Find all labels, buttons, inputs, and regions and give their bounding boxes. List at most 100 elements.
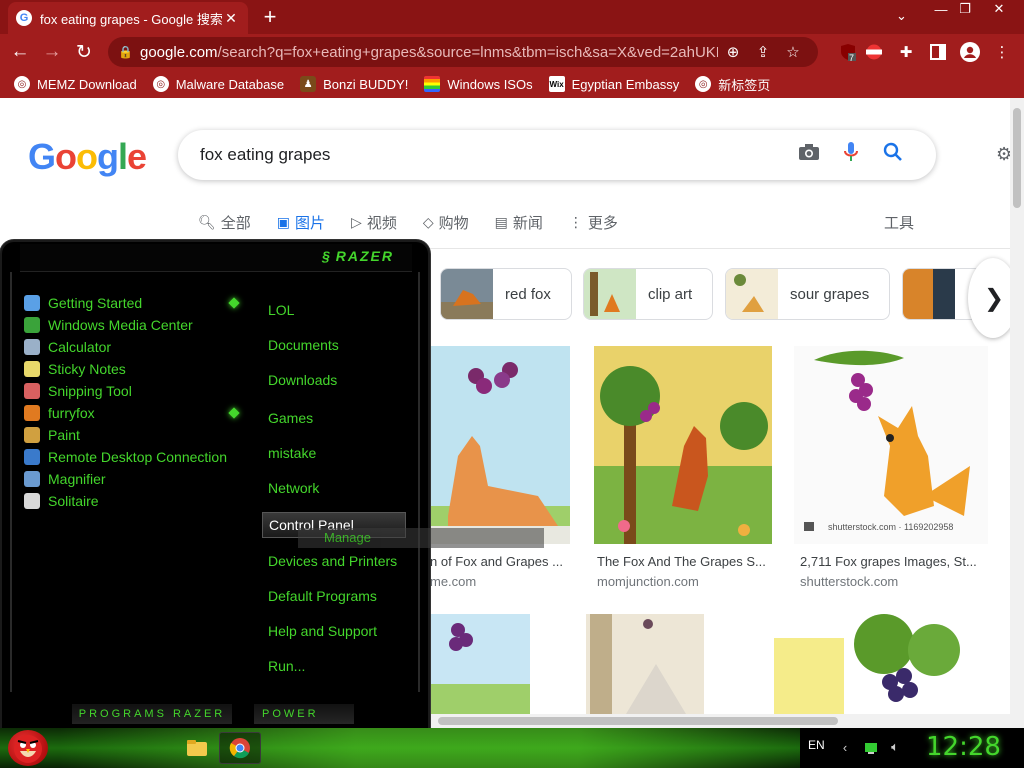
program-solitaire[interactable]: Solitaire [24, 490, 227, 512]
search-icon: 🔍︎ [198, 214, 216, 230]
program-remote-desktop-connection[interactable]: Remote Desktop Connection [24, 446, 227, 468]
scrollbar-thumb[interactable] [438, 717, 838, 725]
image-icon: ▣ [276, 214, 291, 230]
minimize-button[interactable]: — [928, 0, 954, 18]
drag-ghost-manage: Manage [298, 528, 544, 548]
tab-search-chevron-icon[interactable]: ⌄ [896, 8, 907, 24]
place-mistake[interactable]: mistake [268, 445, 316, 461]
zoom-icon[interactable]: ⊕ [718, 43, 748, 61]
place-lol[interactable]: LOL [268, 302, 294, 318]
result-caption-2[interactable]: The Fox And The Grapes S... [597, 554, 766, 569]
start-menu-header: § RAZER [20, 244, 412, 272]
start-menu: § RAZER Getting Started Windows Media Cen… [0, 240, 544, 730]
tab-all[interactable]: 🔍︎ 全部 [198, 212, 251, 233]
start-button-angry-bird-icon[interactable] [8, 730, 48, 766]
volume-speaker-icon[interactable]: 🔈︎ [886, 738, 904, 756]
taskbar-clock[interactable]: 12:28 [926, 732, 1001, 762]
bookmark-windows-isos[interactable]: Windows ISOs [424, 76, 533, 92]
tab-news[interactable]: ▤ 新闻 [495, 212, 543, 233]
razer-snake-icon: § [321, 248, 332, 264]
page-vertical-scrollbar[interactable] [1010, 98, 1024, 714]
tab-close-icon[interactable]: ✕ [222, 10, 240, 27]
forward-button[interactable]: → [36, 36, 68, 68]
program-snipping-tool[interactable]: Snipping Tool [24, 380, 227, 402]
remote-desktop-icon [24, 449, 40, 465]
program-sticky-notes[interactable]: Sticky Notes [24, 358, 227, 380]
scrollbar-thumb[interactable] [1013, 108, 1021, 208]
page-horizontal-scrollbar[interactable] [430, 714, 1024, 728]
tab-images[interactable]: ▣ 图片 [277, 212, 325, 233]
settings-gear-icon[interactable]: ⚙ [996, 144, 1010, 165]
tab-google-search[interactable]: G fox eating grapes - Google 搜索 ✕ [8, 2, 248, 34]
place-games[interactable]: Games [268, 410, 313, 426]
profile-avatar-icon[interactable] [954, 36, 986, 68]
program-getting-started[interactable]: Getting Started [24, 292, 227, 314]
bookmark-malware-database[interactable]: ◎ Malware Database [152, 76, 284, 92]
bookmarks-bar: ◎ MEMZ Download ◎ Malware Database ♟ Bonzi … [0, 70, 1024, 98]
address-bar[interactable]: 🔒 google.com/search?q=fox+eating+grapes&… [108, 37, 818, 67]
place-downloads[interactable]: Downloads [268, 372, 337, 388]
result-caption-1[interactable]: n of Fox and Grapes ... [430, 554, 563, 569]
close-window-button[interactable]: ✕ [978, 0, 1020, 18]
all-programs-button[interactable]: PROGRAMS RAZER [72, 704, 232, 724]
back-button[interactable]: ← [4, 36, 36, 68]
taskbar-chrome-icon[interactable] [219, 732, 261, 764]
tools-button[interactable]: 工具 [884, 212, 914, 233]
place-run[interactable]: Run... [268, 658, 305, 674]
chips-next-chevron-icon[interactable]: ❯ [968, 258, 1010, 338]
show-hidden-icons-chevron-icon[interactable]: ‹ [836, 738, 854, 756]
wix-icon: Wix [548, 76, 565, 92]
language-indicator[interactable]: EN [808, 738, 825, 752]
bookmark-memz-download[interactable]: ◎ MEMZ Download [14, 76, 137, 92]
tab-shopping[interactable]: ◇ 购物 [423, 212, 469, 233]
tab-videos[interactable]: ▷ 视频 [351, 212, 397, 233]
program-furryfox[interactable]: furryfox [24, 402, 227, 424]
bookmark-star-icon[interactable]: ☆ [778, 43, 808, 61]
rainbow-flag-icon [424, 76, 441, 92]
lock-icon[interactable]: 🔒 [118, 45, 140, 59]
result-image-3[interactable] [794, 346, 988, 544]
place-default-programs[interactable]: Default Programs [268, 588, 377, 604]
bookmark-egyptian-embassy[interactable]: Wix Egyptian Embassy [548, 76, 679, 92]
microphone-icon[interactable] [830, 142, 872, 168]
network-icon[interactable] [862, 738, 880, 756]
result-image-5[interactable] [586, 614, 704, 714]
result-image-4[interactable] [428, 614, 530, 714]
program-paint[interactable]: Paint [24, 424, 227, 446]
chip-sour-grapes[interactable]: sour grapes [725, 268, 891, 320]
maximize-button[interactable]: ❐ [954, 0, 976, 18]
program-calculator[interactable]: Calculator [24, 336, 227, 358]
camera-icon[interactable] [788, 143, 830, 167]
result-image-6[interactable] [764, 614, 988, 714]
chrome-menu-icon[interactable]: ⋮ [986, 36, 1018, 68]
google-logo[interactable]: Google [28, 136, 147, 178]
reload-button[interactable]: ↻ [68, 36, 100, 68]
search-input[interactable]: fox eating grapes [200, 145, 788, 165]
search-box[interactable]: fox eating grapes [178, 130, 936, 180]
taskbar-file-explorer-icon[interactable] [176, 732, 218, 764]
clip-art-thumbnail [584, 269, 636, 319]
place-network[interactable]: Network [268, 480, 319, 496]
bookmark-bonzi-buddy[interactable]: ♟ Bonzi BUDDY! [300, 76, 408, 92]
share-icon[interactable]: ⇪ [748, 43, 778, 61]
search-icon[interactable] [872, 142, 914, 168]
side-panel-icon[interactable] [922, 36, 954, 68]
result-caption-3[interactable]: 2,711 Fox grapes Images, St... [800, 554, 977, 569]
tab-more[interactable]: ⋮ 更多 [569, 212, 618, 233]
power-button[interactable]: POWER [254, 704, 354, 724]
bookmark-new-tab-page[interactable]: ◎ 新标签页 [695, 75, 770, 94]
system-tray: EN ‹ 🔈︎ 12:28 [800, 728, 1024, 768]
result-image-2[interactable] [594, 346, 772, 544]
place-help-and-support[interactable]: Help and Support [268, 623, 377, 639]
place-devices-and-printers[interactable]: Devices and Printers [268, 553, 397, 569]
program-windows-media-center[interactable]: Windows Media Center [24, 314, 227, 336]
news-icon: ▤ [494, 214, 508, 230]
result-image-1[interactable] [428, 346, 570, 544]
extensions-puzzle-icon[interactable]: ✚ [890, 36, 922, 68]
chip-clip-art[interactable]: clip art [583, 268, 714, 320]
flag-extension-icon[interactable] [858, 36, 890, 68]
chip-red-fox[interactable]: red fox [440, 268, 572, 320]
program-magnifier[interactable]: Magnifier [24, 468, 227, 490]
place-documents[interactable]: Documents [268, 337, 339, 353]
new-tab-button[interactable]: + [258, 4, 282, 30]
